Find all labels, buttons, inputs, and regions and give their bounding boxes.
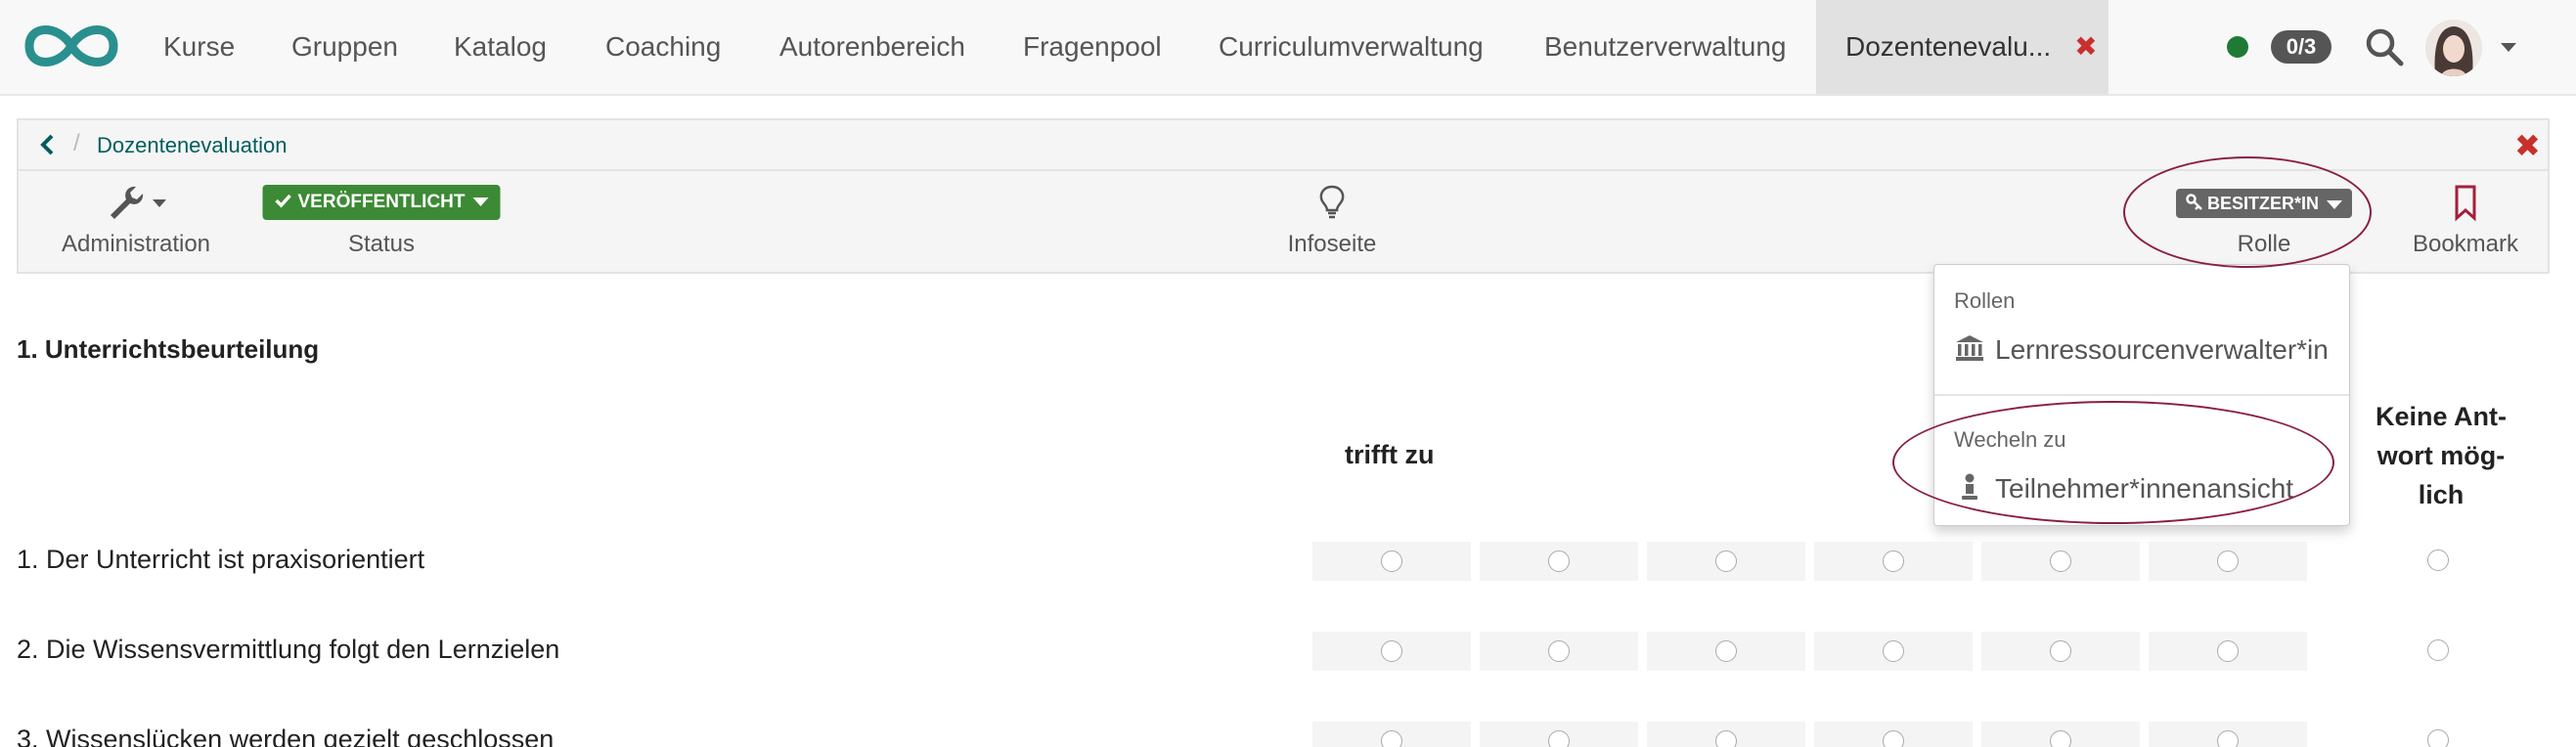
bookmark-button[interactable]: Bookmark [2377,179,2554,269]
nav-item-katalog[interactable]: Katalog [454,0,547,94]
scale-left-header: trifft zu [1345,440,1435,469]
search-icon[interactable] [2365,27,2404,66]
chevron-down-icon [472,198,489,207]
rating-radio[interactable] [1548,730,1570,747]
switch-to-header: Wecheln zu [1954,427,2066,452]
rating-radio[interactable] [1883,730,1904,747]
close-icon[interactable]: ✖ [2514,130,2541,161]
chevron-left-icon[interactable] [36,132,60,157]
nav-item-benutzerverwaltung[interactable]: Benutzerverwaltung [1544,0,1786,94]
role-badge[interactable]: BESITZER*IN [2175,189,2353,218]
switch-item-teilnehmeransicht[interactable]: Teilnehmer*innenansicht [1954,472,2293,505]
status-badge-label: VERÖFFENTLICHT [297,192,466,212]
rating-radio[interactable] [1715,730,1737,747]
status-button[interactable]: VERÖFFENTLICHT Status [259,179,504,269]
infoseite-label: Infoseite [1287,231,1377,257]
no-answer-header-line: Keine Ant- [2376,402,2507,431]
rating-radio[interactable] [1381,550,1402,572]
nav-tab-dozentenevaluation[interactable]: Dozentenevalu... ✖ [1816,0,2109,94]
rating-radio[interactable] [2050,730,2071,747]
rating-radio[interactable] [1548,640,1570,662]
institution-icon [1956,335,1983,361]
rating-radio[interactable] [2217,730,2239,747]
openolat-logo-icon[interactable] [20,17,123,75]
rating-radio[interactable] [2217,550,2239,572]
breadcrumb-separator: / [73,130,80,156]
tab-close-icon[interactable]: ✖ [2074,31,2097,62]
rating-radio[interactable] [1883,550,1904,572]
tab-label: Dozentenevalu... [1845,31,2052,62]
bookmark-icon [2451,183,2480,222]
nav-item-fragenpool[interactable]: Fragenpool [1023,0,1162,94]
key-icon [2186,194,2202,210]
infoseite-button[interactable]: Infoseite [1234,179,1430,269]
question-label-3: 3. Wissenslücken werden gezielt geschlos… [17,725,555,747]
role-button[interactable]: BESITZER*IN Rolle [2147,179,2381,269]
user-menu-chevron-down-icon[interactable] [2501,43,2516,52]
question-label-1: 1. Der Unterricht ist praxisorientiert [17,545,425,574]
role-item-label: Lernressourcenverwalter*in [1995,334,2329,365]
role-label: Rolle [2237,231,2291,257]
breadcrumb-item-dozentenevaluation[interactable]: Dozentenevaluation [97,133,287,158]
rating-radio[interactable] [1715,550,1737,572]
wrench-icon [102,183,170,222]
nav-item-curriculumverwaltung[interactable]: Curriculumverwaltung [1219,0,1484,94]
administration-label: Administration [61,231,211,257]
no-answer-radio[interactable] [2427,639,2449,661]
rating-radio[interactable] [1381,640,1402,662]
chevron-down-icon [2327,199,2343,209]
no-answer-radio[interactable] [2427,549,2449,571]
nav-item-kurse[interactable]: Kurse [163,0,235,94]
top-navigation: Kurse Gruppen Katalog Coaching Autorenbe… [0,0,2576,96]
participant-icon [1962,473,1977,500]
question-label-2: 2. Die Wissensvermittlung folgt den Lern… [17,635,560,664]
nav-item-autorenbereich[interactable]: Autorenbereich [779,0,965,94]
course-toolbar-panel: / Dozentenevaluation ✖ Administration VE… [17,118,2550,274]
bookmark-label: Bookmark [2412,231,2519,257]
no-answer-header: Keine Ant- wort mög- lich [2365,397,2517,514]
no-answer-radio[interactable] [2427,729,2449,747]
dropdown-divider [1934,394,2349,396]
breadcrumb: / Dozentenevaluation ✖ [19,120,2548,171]
online-status-icon [2227,36,2248,58]
rating-radio[interactable] [1548,550,1570,572]
roles-header: Rollen [1954,288,2016,313]
status-label: Status [347,231,416,257]
check-icon [275,194,291,208]
rating-radio[interactable] [2050,550,2071,572]
role-badge-label: BESITZER*IN [2206,194,2320,213]
rating-radio[interactable] [1715,640,1737,662]
rating-radio[interactable] [2050,640,2071,662]
rating-radio[interactable] [1381,730,1402,747]
administration-button[interactable]: Administration [38,179,234,269]
section-title: 1. Unterrichtsbeurteilung [17,334,320,364]
rating-radio[interactable] [2217,640,2239,662]
no-answer-header-line: wort mög- [2376,441,2506,470]
online-counter-badge[interactable]: 0/3 [2271,30,2332,64]
status-badge[interactable]: VERÖFFENTLICHT [262,185,501,220]
nav-item-gruppen[interactable]: Gruppen [291,0,398,94]
nav-item-coaching[interactable]: Coaching [605,0,721,94]
role-dropdown-menu: Rollen Lernressourcenverwalter*in Wechel… [1933,264,2350,526]
user-avatar[interactable] [2425,20,2482,76]
avatar-portrait-icon [2425,20,2482,76]
no-answer-header-line: lich [2418,480,2465,509]
rating-radio[interactable] [1883,640,1904,662]
switch-item-label: Teilnehmer*innenansicht [1995,473,2294,504]
lightbulb-icon [1317,183,1347,222]
role-item-lernressourcenverwalter[interactable]: Lernressourcenverwalter*in [1954,333,2329,366]
